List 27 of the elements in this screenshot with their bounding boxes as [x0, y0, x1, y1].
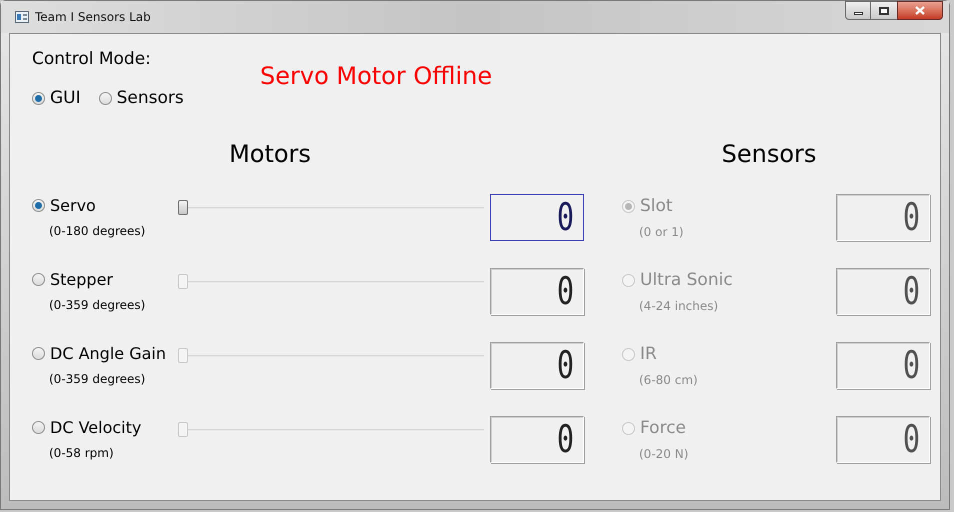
motor-option[interactable]: Stepper: [50, 268, 114, 292]
motor-option[interactable]: Servo: [50, 194, 96, 218]
lcd-display: 0: [490, 342, 584, 388]
section-heading: Motors: [229, 138, 311, 170]
range-label: (0-58 rpm): [49, 444, 115, 462]
lcd-display: 0: [490, 416, 584, 462]
mode-option[interactable]: GUI: [50, 86, 81, 112]
lcd-display: 0: [836, 342, 930, 388]
lcd-display: 0: [836, 416, 930, 462]
mode-option[interactable]: Sensors: [116, 86, 184, 112]
section-heading: Sensors: [722, 138, 816, 170]
lcd-display: 0: [836, 268, 930, 314]
range-label: (6-80 cm): [639, 372, 699, 389]
window-title: Team I Sensors Lab: [35, 9, 151, 26]
range-label: (0-20 N): [639, 446, 690, 463]
range-label: (0 or 1): [639, 224, 685, 241]
range-label: (4-24 inches): [639, 298, 720, 315]
lcd-display: 0: [490, 194, 584, 240]
motor-option[interactable]: DC Angle Gain: [50, 342, 166, 366]
lcd-display: 0: [490, 268, 584, 314]
range-label: (0-359 degrees): [49, 370, 146, 388]
lcd-display: 0: [836, 194, 930, 240]
control-mode-label: Control Mode:: [32, 48, 152, 70]
range-label: (0-359 degrees): [49, 296, 146, 314]
range-label: (0-180 degrees): [49, 222, 146, 240]
motor-option[interactable]: DC Velocity: [50, 416, 142, 440]
status-message: Servo Motor Offline: [260, 61, 492, 90]
